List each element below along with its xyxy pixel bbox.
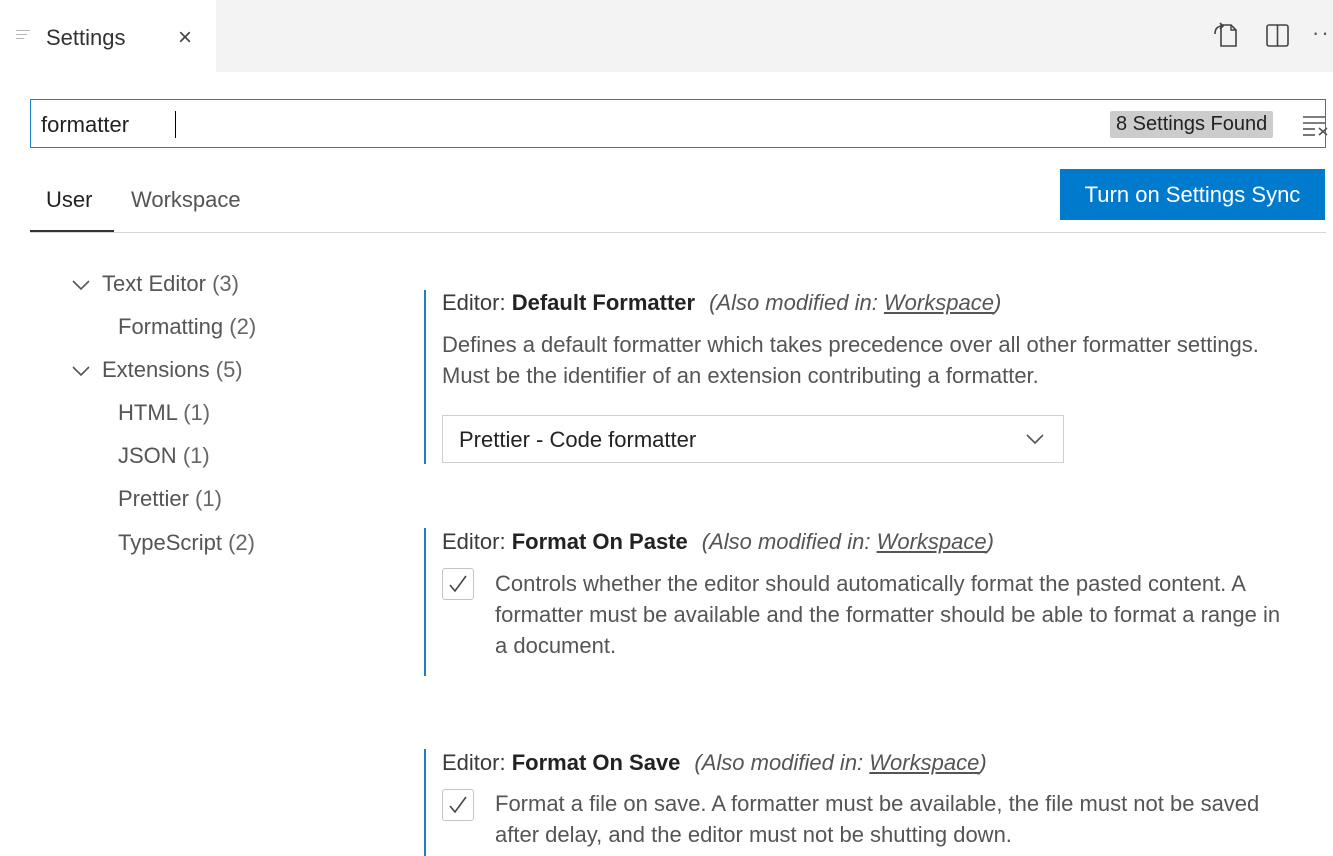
- setting-description: Controls whether the editor should autom…: [495, 571, 1281, 658]
- setting-focus-bar: [424, 290, 426, 464]
- setting-focus-bar: [424, 528, 426, 676]
- results-count-badge: 8 Settings Found: [1110, 111, 1274, 138]
- toc-item-extensions[interactable]: Extensions (5): [102, 357, 243, 383]
- open-settings-json-icon[interactable]: [1212, 22, 1242, 50]
- setting-title-format-on-paste: Editor: Format On Paste (Also modified in…: [442, 529, 994, 554]
- format-on-save-checkbox[interactable]: [442, 789, 474, 821]
- toc-item-html[interactable]: HTML (1): [118, 400, 210, 426]
- close-icon[interactable]: ×: [178, 24, 192, 52]
- toc-item-prettier[interactable]: Prettier (1): [118, 486, 222, 512]
- selected-value: Prettier - Code formatter: [459, 427, 697, 452]
- chevron-down-icon: [1026, 434, 1044, 445]
- setting-title-format-on-save: Editor: Format On Save (Also modified in:…: [442, 750, 987, 775]
- turn-on-settings-sync-button[interactable]: Turn on Settings Sync: [1060, 169, 1325, 220]
- tab-title: Settings: [46, 25, 126, 50]
- toc-item-text-editor[interactable]: Text Editor (3): [102, 271, 239, 297]
- setting-description: Format a file on save. A formatter must …: [495, 791, 1260, 847]
- checkmark-icon: [449, 575, 467, 593]
- workspace-link[interactable]: Workspace: [877, 529, 987, 554]
- format-on-paste-checkbox[interactable]: [442, 568, 474, 600]
- toc-item-json[interactable]: JSON (1): [118, 443, 210, 469]
- setting-focus-bar: [424, 749, 426, 856]
- toc-item-typescript[interactable]: TypeScript (2): [118, 530, 255, 556]
- tabs-divider: [30, 232, 1326, 233]
- settings-tab[interactable]: Settings ×: [0, 0, 216, 72]
- setting-description: Defines a default formatter which takes …: [442, 332, 1259, 388]
- setting-title-default-formatter: Editor: Default Formatter (Also modified …: [442, 290, 1002, 315]
- checkmark-icon: [449, 796, 467, 814]
- tab-workspace[interactable]: Workspace: [131, 187, 241, 213]
- more-actions-icon[interactable]: ··: [1312, 20, 1331, 46]
- workspace-link[interactable]: Workspace: [884, 290, 994, 315]
- settings-search-box[interactable]: 8 Settings Found: [30, 99, 1328, 148]
- tab-user[interactable]: User: [46, 187, 92, 213]
- text-caret: [175, 111, 176, 138]
- default-formatter-select[interactable]: Prettier - Code formatter: [442, 415, 1064, 463]
- search-input[interactable]: [39, 109, 1043, 141]
- editor-tab-bar: Settings × ··: [0, 0, 1333, 72]
- settings-file-icon: [16, 30, 30, 42]
- workspace-link[interactable]: Workspace: [869, 750, 979, 775]
- split-editor-icon[interactable]: [1264, 22, 1292, 50]
- toc-item-formatting[interactable]: Formatting (2): [118, 314, 256, 340]
- chevron-down-icon[interactable]: [70, 276, 92, 292]
- chevron-down-icon[interactable]: [70, 362, 92, 378]
- clear-filter-icon[interactable]: [1301, 114, 1331, 136]
